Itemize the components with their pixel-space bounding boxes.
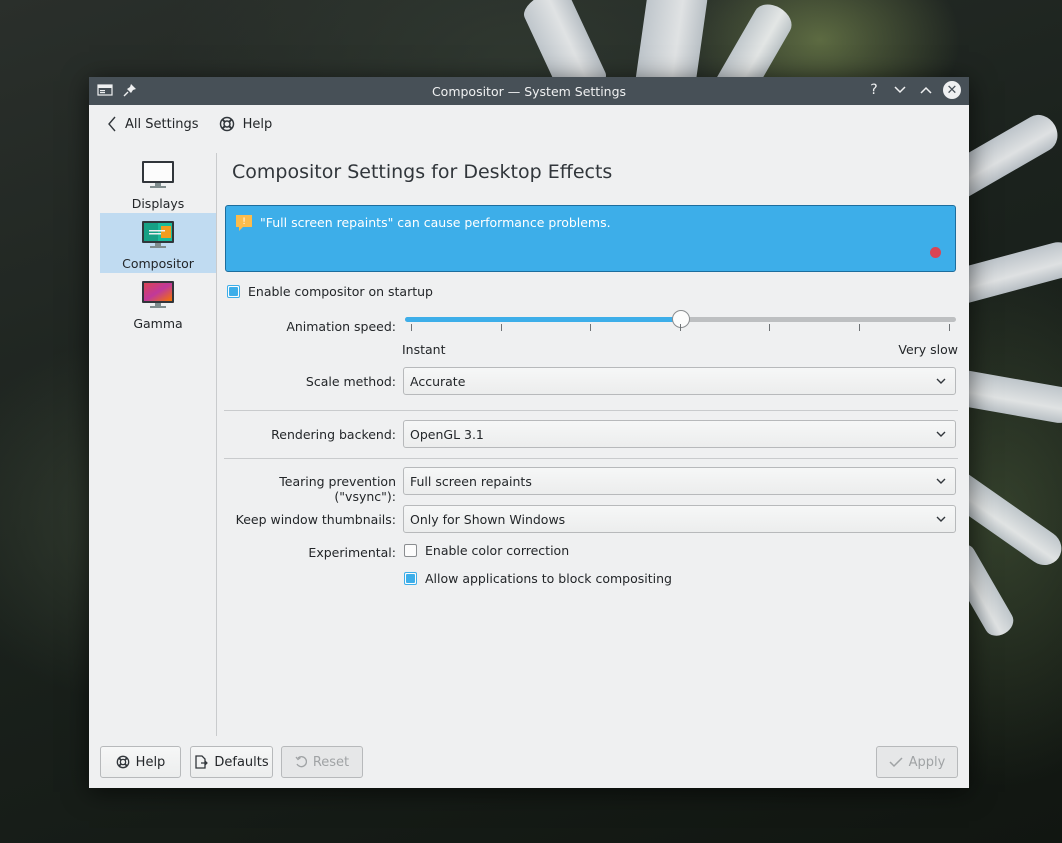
rendering-backend-combo[interactable]: OpenGL 3.1 [403,420,956,448]
chevron-down-icon [936,516,946,522]
color-correction-checkbox[interactable] [404,544,417,557]
help-button[interactable]: Help [100,746,181,778]
help-button-label: Help [135,754,166,770]
section-divider [224,410,958,411]
slider-tick [949,324,950,331]
scale-method-combo[interactable]: Accurate [403,367,956,395]
help-menu-label: Help [242,116,273,132]
apply-button[interactable]: Apply [876,746,958,778]
dialog-footer: Help Defaults Reset Apply [100,746,958,778]
dismiss-banner-icon[interactable] [930,247,941,258]
animation-speed-handle[interactable] [672,310,690,328]
experimental-label: Experimental: [308,545,396,560]
animation-speed-label: Animation speed: [286,319,396,334]
sidebar-item-label: Compositor [122,256,194,271]
apply-button-label: Apply [908,754,946,770]
rendering-backend-label: Rendering backend: [271,427,396,442]
minimize-icon[interactable] [891,81,909,99]
all-settings-button[interactable]: All Settings [107,116,199,132]
page-title: Compositor Settings for Desktop Effects [232,161,613,183]
color-correction-row[interactable]: Enable color correction [404,543,569,558]
chevron-down-icon [936,378,946,384]
section-divider [224,458,958,459]
close-icon[interactable]: ✕ [943,81,961,99]
enable-compositor-checkbox[interactable] [227,285,240,298]
color-correction-label: Enable color correction [425,543,570,558]
defaults-button-label: Defaults [214,754,269,770]
system-settings-window: Compositor — System Settings ? ✕ All Set… [89,77,969,788]
chevron-left-icon [108,116,116,132]
defaults-button[interactable]: Defaults [190,746,273,778]
allow-block-row[interactable]: Allow applications to block compositing [404,571,672,586]
allow-block-checkbox[interactable] [404,572,417,585]
monitor-icon [142,161,174,188]
slider-tick [680,324,681,331]
allow-block-label: Allow applications to block compositing [425,571,672,586]
slider-tick [411,324,412,331]
sidebar-divider [216,153,217,736]
sidebar-item-displays[interactable]: Displays [100,153,216,213]
scale-method-label: Scale method: [305,374,396,389]
lifebuoy-icon [219,116,234,132]
rendering-backend-value: OpenGL 3.1 [410,426,484,442]
window-title: Compositor — System Settings [431,83,627,99]
all-settings-label: All Settings [125,116,199,132]
thumbnails-value: Only for Shown Windows [410,511,566,527]
slider-tick [501,324,502,331]
gamma-icon [142,281,174,308]
enable-compositor-label: Enable compositor on startup [248,284,433,299]
slider-max-label: Very slow [898,342,958,357]
slider-tick [769,324,770,331]
sidebar-item-label: Displays [131,196,185,211]
document-revert-icon [195,755,209,769]
thumbnails-label: Keep window thumbnails: [235,512,396,527]
category-sidebar: Displays Compositor Gamma [100,153,216,333]
tearing-prevention-combo[interactable]: Full screen repaints [403,467,956,495]
undo-icon [295,756,307,768]
warning-icon: ! [236,215,252,231]
chevron-down-icon [936,478,946,484]
warning-banner: ! "Full screen repaints" can cause perfo… [225,205,956,272]
reset-button[interactable]: Reset [281,746,363,778]
toolbar: All Settings Help [89,105,969,143]
maximize-icon[interactable] [917,81,935,99]
slider-min-label: Instant [402,342,446,357]
scale-method-value: Accurate [410,373,466,389]
chevron-down-icon [936,431,946,437]
tearing-prevention-label: Tearing prevention ("vsync"): [279,474,396,504]
window-titlebar[interactable]: Compositor — System Settings ? ✕ [89,77,969,105]
checkmark-icon [889,757,903,768]
slider-tick [590,324,591,331]
context-help-icon[interactable]: ? [865,81,883,99]
pin-icon[interactable] [123,83,137,100]
sidebar-item-label: Gamma [133,316,183,331]
sidebar-item-gamma[interactable]: Gamma [100,273,216,333]
thumbnails-combo[interactable]: Only for Shown Windows [403,505,956,533]
compositor-icon [142,221,174,248]
slider-tick [859,324,860,331]
tearing-prevention-value: Full screen repaints [410,473,532,489]
lifebuoy-icon [116,755,130,769]
help-menu-button[interactable]: Help [219,116,273,132]
enable-compositor-row[interactable]: Enable compositor on startup [227,284,433,299]
svg-text:!: ! [242,217,246,227]
warning-message: "Full screen repaints" can cause perform… [260,215,611,230]
sidebar-item-compositor[interactable]: Compositor [100,213,216,273]
window-menu-icon[interactable] [97,83,113,100]
slider-fill [405,317,681,322]
reset-button-label: Reset [312,754,350,770]
